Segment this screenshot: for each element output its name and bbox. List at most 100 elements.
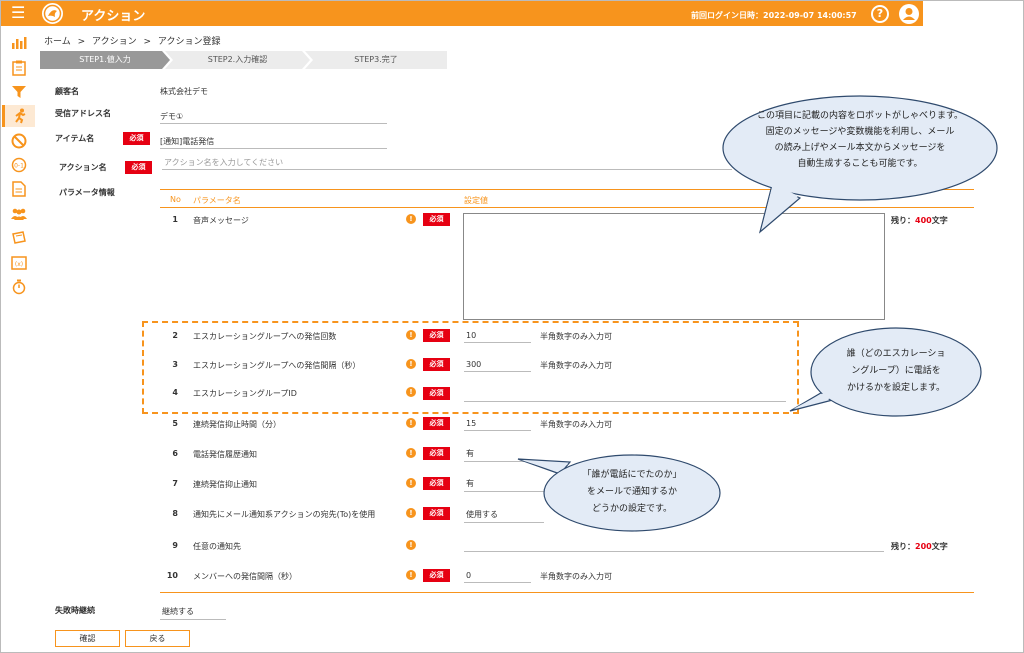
required-badge: 必須	[423, 417, 450, 430]
remaining-count: 200	[915, 542, 932, 551]
callout-line: の読み上げやメール本文からメッセージを	[774, 143, 946, 153]
clipboard-icon[interactable]	[8, 57, 30, 79]
row-8-no: 8	[172, 509, 178, 518]
custom-notify-input[interactable]	[464, 538, 884, 552]
required-badge: 必須	[125, 161, 152, 174]
variable-icon[interactable]: 0-1	[8, 154, 30, 176]
callout-line: かけるかを設定します。	[846, 383, 946, 393]
escalation-highlight-box	[142, 321, 799, 414]
row-5-name: 連続発信抑止時間（分）	[193, 420, 281, 429]
use-mail-to-select[interactable]: 使用する	[464, 509, 544, 523]
step-3: STEP3.完了	[305, 51, 447, 69]
remaining-prefix: 残り：	[891, 216, 915, 225]
callout-line: 固定のメッセージや変数機能を利用し、メール	[765, 127, 955, 137]
row-10-no: 10	[166, 571, 178, 580]
row-10-hint: 半角数字のみ入力可	[540, 572, 612, 581]
step-1: STEP1.値入力	[40, 51, 170, 69]
member-interval-input[interactable]	[464, 569, 531, 583]
svg-text:0-1: 0-1	[14, 163, 24, 170]
remaining-chars-9: 残り：200文字	[891, 541, 948, 552]
col-no-header: No	[170, 195, 181, 204]
table-top-rule	[160, 189, 974, 190]
item-value: [通知]電話発信	[160, 136, 387, 149]
callout-escalation: 誰（どのエスカレーショ ングループ）に電話を かけるかを設定します。	[826, 346, 966, 397]
info-icon[interactable]: !	[406, 540, 416, 550]
info-icon[interactable]: !	[406, 418, 416, 428]
row-8-name: 通知先にメール通知系アクションの宛先(To)を使用	[193, 510, 376, 519]
help-icon[interactable]: ?	[871, 5, 889, 23]
row-6-name: 電話発信履歴通知	[193, 450, 257, 459]
group-icon[interactable]	[8, 203, 30, 225]
callout-line: 自動生成することも可能です。	[797, 159, 923, 169]
page-title: アクション	[81, 9, 146, 24]
prohibit-icon[interactable]	[8, 130, 30, 152]
required-badge: 必須	[423, 447, 450, 460]
app-logo	[42, 3, 63, 24]
action-name-input[interactable]	[162, 156, 732, 170]
info-icon[interactable]: !	[406, 214, 416, 224]
callout-line: ングループ）に電話を	[851, 366, 941, 376]
user-avatar-icon[interactable]	[899, 4, 919, 24]
required-badge: 必須	[423, 507, 450, 520]
failure-continue-label: 失敗時継続	[55, 606, 95, 615]
confirm-button[interactable]: 確認	[55, 630, 120, 647]
info-icon[interactable]: !	[406, 448, 416, 458]
call-history-notify-select[interactable]: 有	[464, 448, 544, 462]
row-6-no: 6	[172, 449, 178, 458]
address-label: 受信アドレス名	[55, 109, 111, 118]
row-7-no: 7	[172, 479, 178, 488]
col-name-header: パラメータ名	[193, 196, 241, 205]
item-label: アイテム名	[55, 134, 95, 143]
row-7-name: 連続発信抑止通知	[193, 480, 257, 489]
document-icon[interactable]	[8, 178, 30, 200]
bar-chart-icon[interactable]	[8, 32, 30, 54]
table-header-rule	[160, 207, 974, 208]
callout-line: 「誰が電話にでたのか」	[582, 470, 682, 480]
required-badge: 必須	[123, 132, 150, 145]
row-5-no: 5	[172, 419, 178, 428]
info-icon[interactable]: !	[406, 508, 416, 518]
row-1-name: 音声メッセージ	[193, 216, 249, 225]
callout-line: 誰（どのエスカレーショ	[846, 349, 946, 359]
formula-icon[interactable]: (x)	[8, 252, 30, 274]
callout-voice-message: この項目に記載の内容をロボットがしゃべります。 固定のメッセージや変数機能を利用…	[740, 108, 980, 172]
breadcrumb-separator: >	[77, 37, 86, 47]
svg-text:(x): (x)	[15, 261, 23, 268]
row-5-hint: 半角数字のみ入力可	[540, 420, 612, 429]
failure-continue-select[interactable]: 継続する	[160, 606, 226, 620]
breadcrumb-separator: >	[143, 37, 152, 47]
hamburger-menu-icon[interactable]: ☰	[11, 4, 25, 22]
back-button[interactable]: 戻る	[125, 630, 190, 647]
info-icon[interactable]: !	[406, 478, 416, 488]
voice-message-textarea[interactable]	[463, 213, 885, 320]
suppress-time-input[interactable]	[464, 417, 531, 431]
row-9-no: 9	[172, 541, 178, 550]
remaining-count: 400	[915, 216, 932, 225]
callout-call-history: 「誰が電話にでたのか」 をメールで通知するか どうかの設定です。	[565, 467, 699, 518]
address-value: デモ①	[160, 111, 387, 124]
callout-line: をメールで通知するか	[586, 487, 677, 497]
info-icon[interactable]: !	[406, 570, 416, 580]
row-1-no: 1	[172, 215, 178, 224]
breadcrumb: ホーム > アクション > アクション登録	[44, 34, 224, 47]
required-badge: 必須	[423, 477, 450, 490]
suppress-notify-select[interactable]: 有	[464, 478, 544, 492]
stopwatch-icon[interactable]	[8, 276, 30, 298]
breadcrumb-home[interactable]: ホーム	[44, 37, 71, 47]
top-bar: ☰ アクション 前回ログイン日時：2022-09-07 14:00:57 ?	[1, 1, 923, 26]
breadcrumb-current: アクション登録	[157, 37, 221, 47]
callout-line: この項目に記載の内容をロボットがしゃべります。	[756, 111, 964, 121]
customer-label: 顧客名	[55, 87, 79, 96]
table-bottom-rule	[160, 592, 974, 593]
callout-line: どうかの設定です。	[591, 504, 673, 514]
breadcrumb-action[interactable]: アクション	[92, 37, 137, 47]
params-label: パラメータ情報	[59, 188, 115, 197]
step-2: STEP2.入力確認	[165, 51, 310, 69]
remaining-prefix: 残り：	[891, 542, 915, 551]
running-person-icon[interactable]	[2, 105, 35, 127]
sidebar: 0-1 (x)	[1, 26, 37, 652]
remaining-suffix: 文字	[931, 542, 948, 551]
filter-icon[interactable]	[8, 81, 30, 103]
ticket-icon[interactable]	[8, 227, 30, 249]
remaining-chars-1: 残り：400文字	[891, 215, 948, 226]
